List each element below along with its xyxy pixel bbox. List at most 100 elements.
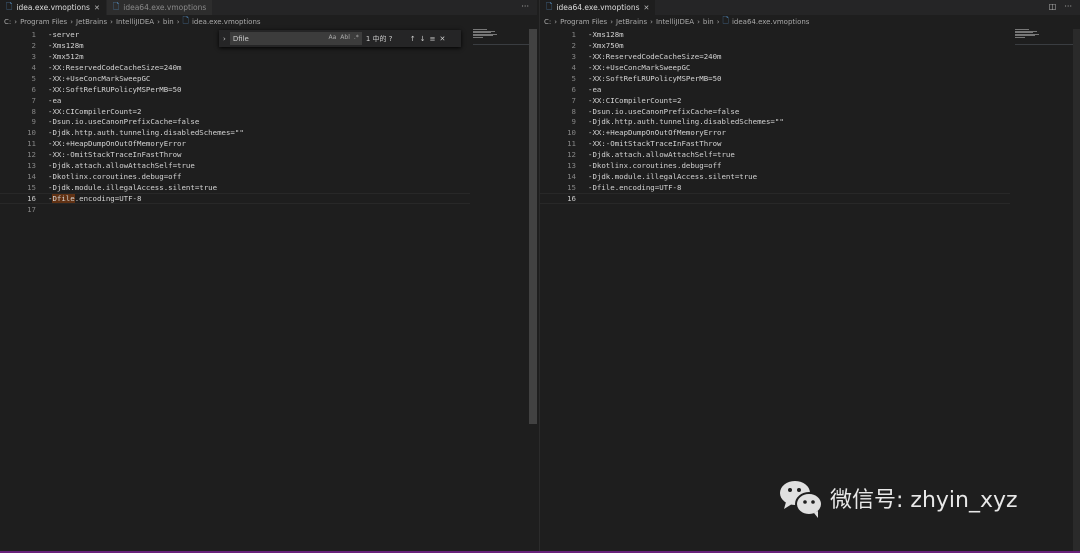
code-line[interactable]: 7 -ea (0, 95, 470, 106)
code-line[interactable]: 11 -XX:+HeapDumpOnOutOfMemoryError (0, 138, 470, 149)
chevron-right-icon: › (110, 17, 113, 26)
line-number: 11 (27, 139, 36, 149)
line-text: -XX:-OmitStackTraceInFastThrow (588, 139, 722, 149)
code-line[interactable]: 16 -Dfile.encoding=UTF-8 (0, 193, 470, 204)
line-number: 15 (567, 183, 576, 193)
line-number: 13 (27, 161, 36, 171)
code-line[interactable]: 11 -XX:-OmitStackTraceInFastThrow (540, 138, 1010, 149)
code-line[interactable]: 14 -Djdk.module.illegalAccess.silent=true (540, 171, 1010, 182)
line-number: 5 (31, 73, 36, 83)
minimap[interactable] (1015, 29, 1075, 45)
code-line[interactable]: 5 -XX:SoftRefLRUPolicyMSPerMB=50 (540, 73, 1010, 84)
chevron-right-icon: › (650, 17, 653, 26)
breadcrumb-item[interactable]: Program Files (20, 18, 67, 26)
left-editor-pane: 🗋 idea.exe.vmoptions ✕ 🗋 idea64.exe.vmoptio… (0, 0, 537, 551)
code-line[interactable]: 15 -Dfile.encoding=UTF-8 (540, 182, 1010, 193)
regex-button[interactable]: .* (354, 34, 359, 41)
code-line[interactable]: 3 -XX:ReservedCodeCacheSize=240m (540, 51, 1010, 62)
breadcrumb-item[interactable]: Program Files (560, 18, 607, 26)
line-text: -Xms128m (588, 29, 624, 39)
breadcrumb-item[interactable]: idea.exe.vmoptions (192, 18, 261, 26)
line-text: -Djdk.attach.allowAttachSelf=true (588, 150, 735, 160)
code-line[interactable]: 1 -Xms128m (540, 29, 1010, 40)
arrow-up-icon[interactable]: ↑ (410, 35, 416, 43)
line-text: -Djdk.http.auth.tunneling.disabledScheme… (588, 117, 784, 127)
wechat-icon (780, 481, 823, 518)
minimap[interactable] (473, 29, 533, 45)
breadcrumb-item[interactable]: JetBrains (76, 18, 107, 26)
breadcrumb-item[interactable]: idea64.exe.vmoptions (732, 18, 810, 26)
code-line[interactable]: 8 -Dsun.io.useCanonPrefixCache=false (540, 106, 1010, 117)
watermark: 微信号: zhyin_xyz (778, 478, 1018, 518)
line-number: 6 (571, 84, 576, 94)
code-line[interactable]: 5 -XX:+UseConcMarkSweepGC (0, 73, 470, 84)
code-line[interactable]: 17 (0, 204, 470, 215)
code-line[interactable]: 4 -XX:ReservedCodeCacheSize=240m (0, 62, 470, 73)
line-number: 1 (571, 29, 576, 39)
vertical-scrollbar[interactable] (1073, 29, 1080, 551)
line-number: 5 (571, 73, 576, 83)
code-line[interactable]: 6 -ea (540, 84, 1010, 95)
line-number: 14 (567, 172, 576, 182)
line-text: -XX:+HeapDumpOnOutOfMemoryError (48, 139, 186, 149)
breadcrumb-item[interactable]: C: (4, 18, 11, 26)
code-line[interactable]: 13 -Djdk.attach.allowAttachSelf=true (0, 160, 470, 171)
whole-word-button[interactable]: Abl (340, 34, 350, 41)
split-editor-icon[interactable]: ◫ (1049, 2, 1057, 11)
code-line[interactable]: 14 -Dkotlinx.coroutines.debug=off (0, 171, 470, 182)
code-line[interactable]: 3 -Xmx512m (0, 51, 470, 62)
toggle-replace-icon[interactable]: › (223, 35, 226, 43)
code-line[interactable]: 12 -Djdk.attach.allowAttachSelf=true (540, 149, 1010, 160)
line-number: 7 (571, 95, 576, 105)
code-line[interactable]: 10 -Djdk.http.auth.tunneling.disabledSche… (0, 127, 470, 138)
tab-label: idea64.exe.vmoptions (123, 3, 207, 12)
line-number: 10 (567, 128, 576, 138)
close-icon[interactable]: ✕ (643, 4, 649, 12)
breadcrumb-item[interactable]: C: (544, 18, 551, 26)
breadcrumb-item[interactable]: bin (703, 18, 714, 26)
code-line[interactable]: 7 -XX:CICompilerCount=2 (540, 95, 1010, 106)
close-icon[interactable]: ✕ (94, 4, 100, 12)
code-line[interactable]: 16 (540, 193, 1010, 204)
tab-idea-exe-vmoptions[interactable]: 🗋 idea.exe.vmoptions ✕ (0, 0, 107, 15)
line-number: 12 (27, 150, 36, 160)
code-line[interactable]: 12 -XX:-OmitStackTraceInFastThrow (0, 149, 470, 160)
tab-idea64-exe-vmoptions[interactable]: 🗋 idea64.exe.vmoptions (106, 0, 214, 15)
line-text: -XX:SoftRefLRUPolicyMSPerMB=50 (588, 73, 722, 83)
line-text: -XX:ReservedCodeCacheSize=240m (48, 62, 182, 72)
code-line[interactable]: 6 -XX:SoftRefLRUPolicyMSPerMB=50 (0, 84, 470, 95)
breadcrumb-item[interactable]: IntelliJIDEA (116, 18, 154, 26)
code-line[interactable]: 8 -XX:CICompilerCount=2 (0, 106, 470, 117)
find-in-selection-icon[interactable]: ≡ (430, 35, 436, 43)
more-actions-icon[interactable]: ··· (1064, 2, 1072, 11)
file-icon: 🗋 (112, 1, 120, 11)
code-line[interactable]: 9 -Djdk.http.auth.tunneling.disabledSchem… (540, 117, 1010, 128)
code-editor[interactable]: 1 -Xms128m 2 -Xmx750m 3 -XX:ReservedCodeCache… (540, 29, 1010, 204)
match-case-button[interactable]: Aa (329, 34, 337, 41)
line-number: 15 (27, 183, 36, 193)
line-number: 3 (571, 51, 576, 61)
more-actions-icon[interactable]: ··· (521, 2, 529, 11)
vertical-scrollbar[interactable] (529, 29, 537, 424)
line-number: 13 (567, 161, 576, 171)
code-line[interactable]: 2 -Xmx750m (540, 40, 1010, 51)
line-number: 12 (567, 150, 576, 160)
code-line[interactable]: 15 -Djdk.module.illegalAccess.silent=true (0, 182, 470, 193)
breadcrumb-item[interactable]: bin (163, 18, 174, 26)
code-editor[interactable]: 1 -server 2 -Xms128m 3 -Xmx512m 4 -XX:ReservedC… (0, 29, 470, 215)
code-line[interactable]: 9 -Dsun.io.useCanonPrefixCache=false (0, 117, 470, 128)
find-input[interactable]: Dfile Aa Abl .* (229, 32, 362, 45)
code-line[interactable]: 10 -XX:+HeapDumpOnOutOfMemoryError (540, 127, 1010, 138)
tab-idea64-exe-vmoptions[interactable]: 🗋 idea64.exe.vmoptions ✕ (540, 0, 657, 15)
breadcrumb-item[interactable]: JetBrains (616, 18, 647, 26)
breadcrumb-item[interactable]: IntelliJIDEA (656, 18, 694, 26)
close-icon[interactable]: ✕ (439, 35, 445, 43)
line-text: -XX:+HeapDumpOnOutOfMemoryError (588, 128, 726, 138)
arrow-down-icon[interactable]: ↓ (420, 35, 426, 43)
code-line[interactable]: 4 -XX:+UseConcMarkSweepGC (540, 62, 1010, 73)
line-number: 9 (571, 117, 576, 127)
line-number: 16 (567, 194, 576, 204)
code-line[interactable]: 13 -Dkotlinx.coroutines.debug=off (540, 160, 1010, 171)
find-query: Dfile (232, 34, 249, 43)
chevron-right-icon: › (554, 17, 558, 26)
